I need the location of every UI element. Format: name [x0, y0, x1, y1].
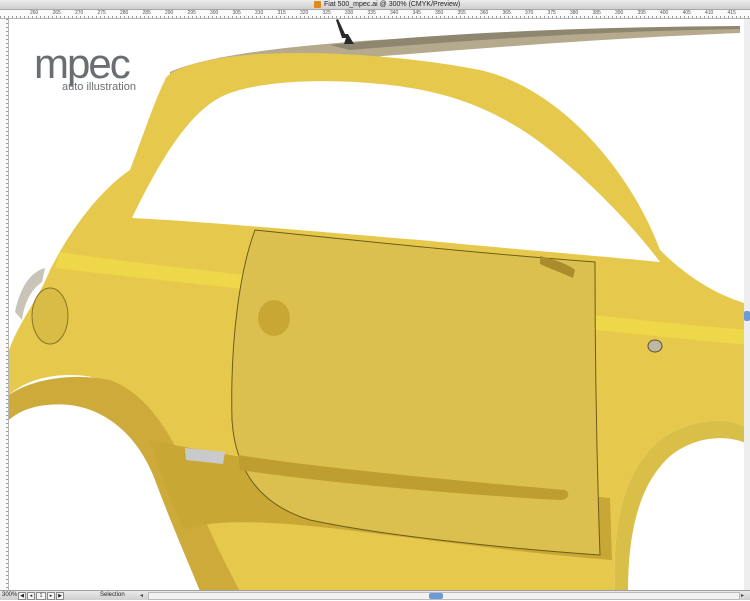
ruler-tick-label: 260 [30, 10, 39, 16]
vertical-scrollbar[interactable] [744, 19, 750, 591]
ruler-tick-label: 340 [390, 10, 399, 16]
ruler-tick-label: 265 [52, 10, 61, 16]
next-page-icon[interactable]: ▸ [47, 592, 55, 600]
ruler-tick-label: 370 [525, 10, 534, 16]
ruler-tick-label: 290 [165, 10, 174, 16]
horizontal-scroll-thumb[interactable] [429, 593, 443, 599]
key-badge [647, 339, 663, 353]
door-panel [231, 229, 601, 556]
ruler-tick-label: 395 [637, 10, 646, 16]
ruler-tick-label: 375 [547, 10, 556, 16]
artboard-canvas[interactable]: mpec auto illustration [9, 19, 750, 591]
vertical-scroll-thumb[interactable] [744, 311, 750, 321]
ruler-tick-label: 415 [727, 10, 736, 16]
first-page-icon[interactable]: ◀ [18, 592, 26, 600]
ruler-tick-label: 405 [682, 10, 691, 16]
page-number[interactable]: 1 [36, 592, 46, 600]
ruler-tick-label: 400 [660, 10, 669, 16]
ruler-tick-label: 320 [300, 10, 309, 16]
horizontal-ruler[interactable]: 260 265 270 275 280 285 290 295 300 305 310 315 320 3… [0, 10, 750, 19]
ruler-tick-label: 350 [435, 10, 444, 16]
window-titlebar[interactable]: Fiat 500_mpec.ai @ 300% (CMYK/Preview) [0, 0, 750, 10]
ruler-tick-label: 300 [210, 10, 219, 16]
prev-page-icon[interactable]: ◂ [27, 592, 35, 600]
ruler-tick-label: 285 [142, 10, 151, 16]
ruler-tick-label: 365 [502, 10, 511, 16]
ruler-tick-label: 325 [322, 10, 331, 16]
car-illustration [9, 19, 750, 591]
ruler-tick-label: 305 [232, 10, 241, 16]
ruler-tick-label: 360 [480, 10, 489, 16]
ruler-tick-label: 330 [345, 10, 354, 16]
ruler-tick-label: 345 [412, 10, 421, 16]
ruler-tick-label: 295 [187, 10, 196, 16]
status-bar: 300% ◀ ◂ 1 ▸ ▶ Selection ◂ ▸ [0, 590, 750, 600]
ruler-tick-label: 280 [120, 10, 129, 16]
ruler-tick-label: 335 [367, 10, 376, 16]
ruler-tick-label: 390 [615, 10, 624, 16]
horizontal-scrollbar[interactable] [148, 592, 740, 600]
last-page-icon[interactable]: ▶ [56, 592, 64, 600]
ruler-tick-label: 410 [705, 10, 714, 16]
window-title: Fiat 500_mpec.ai @ 300% (CMYK/Preview) [324, 1, 461, 8]
fuel-cap [31, 287, 69, 345]
door-lock-recess [258, 300, 290, 336]
mpec-logo: mpec auto illustration [34, 40, 136, 94]
status-tool-label[interactable]: Selection [100, 591, 125, 600]
ruler-tick-label: 310 [255, 10, 264, 16]
logo-tagline: auto illustration [62, 81, 136, 93]
ruler-tick-label: 315 [277, 10, 286, 16]
ruler-tick-label: 270 [75, 10, 84, 16]
file-icon [314, 1, 321, 8]
logo-wordmark: mpec [34, 40, 131, 87]
vertical-ruler[interactable] [0, 19, 9, 591]
zoom-level[interactable]: 300% [2, 591, 17, 600]
ruler-tick-label: 355 [457, 10, 466, 16]
antenna [336, 19, 354, 44]
ruler-tick-label: 380 [570, 10, 579, 16]
ruler-tick-label: 275 [97, 10, 106, 16]
ruler-tick-label: 385 [592, 10, 601, 16]
